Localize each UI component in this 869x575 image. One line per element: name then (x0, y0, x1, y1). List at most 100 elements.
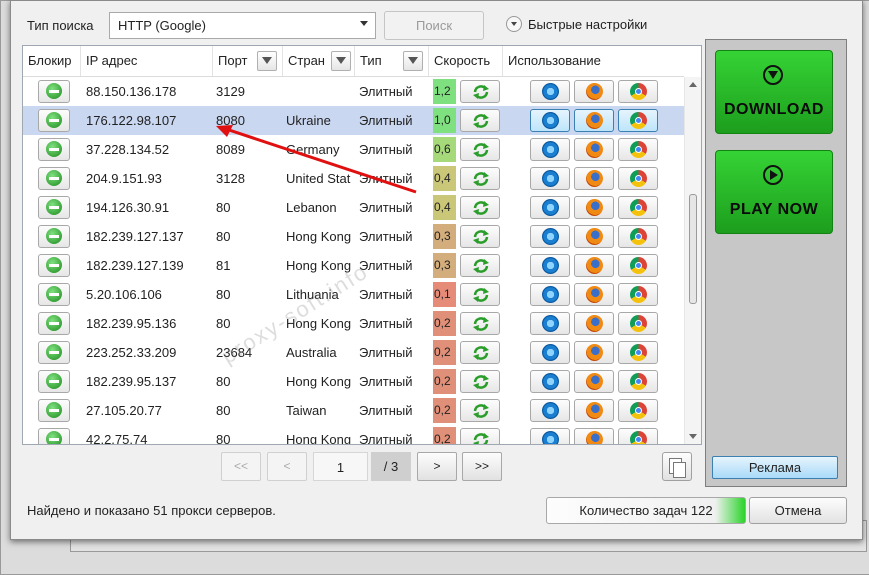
col-block[interactable]: Блокир (23, 46, 81, 76)
play-now-ad[interactable]: PLAY NOW (715, 150, 833, 234)
use-firefox-button[interactable] (574, 225, 614, 248)
use-firefox-button[interactable] (574, 370, 614, 393)
download-ad[interactable]: DOWNLOAD (715, 50, 833, 134)
table-row[interactable]: 37.228.134.52 8089 Germany Элитный 0,6 (23, 135, 684, 164)
check-button[interactable] (460, 196, 500, 219)
use-ie-button[interactable] (530, 399, 570, 422)
block-button[interactable] (38, 225, 70, 248)
use-firefox-button[interactable] (574, 138, 614, 161)
scroll-thumb[interactable] (689, 194, 697, 304)
use-ie-button[interactable] (530, 167, 570, 190)
vertical-scrollbar[interactable] (684, 77, 701, 444)
block-button[interactable] (38, 167, 70, 190)
check-button[interactable] (460, 167, 500, 190)
use-ie-button[interactable] (530, 428, 570, 444)
check-button[interactable] (460, 254, 500, 277)
filter-icon[interactable] (403, 51, 423, 71)
use-firefox-button[interactable] (574, 167, 614, 190)
check-button[interactable] (460, 341, 500, 364)
use-chrome-button[interactable] (618, 167, 658, 190)
use-firefox-button[interactable] (574, 399, 614, 422)
check-button[interactable] (460, 428, 500, 444)
table-row[interactable]: 223.252.33.209 23684 Australia Элитный 0,2 (23, 338, 684, 367)
use-ie-button[interactable] (530, 370, 570, 393)
search-button[interactable]: Поиск (384, 11, 484, 40)
use-chrome-button[interactable] (618, 428, 658, 444)
check-button[interactable] (460, 370, 500, 393)
use-ie-button[interactable] (530, 80, 570, 103)
table-row[interactable]: 27.105.20.77 80 Taiwan Элитный 0,2 (23, 396, 684, 425)
use-firefox-button[interactable] (574, 283, 614, 306)
use-ie-button[interactable] (530, 254, 570, 277)
check-button[interactable] (460, 283, 500, 306)
block-button[interactable] (38, 254, 70, 277)
tasks-button[interactable]: Количество задач 122 (546, 497, 746, 524)
filter-icon[interactable] (257, 51, 277, 71)
use-firefox-button[interactable] (574, 196, 614, 219)
block-button[interactable] (38, 370, 70, 393)
use-chrome-button[interactable] (618, 138, 658, 161)
use-chrome-button[interactable] (618, 80, 658, 103)
check-button[interactable] (460, 399, 500, 422)
block-button[interactable] (38, 428, 70, 444)
table-row[interactable]: 88.150.136.178 3129 Элитный 1,2 (23, 77, 684, 106)
check-button[interactable] (460, 312, 500, 335)
block-button[interactable] (38, 196, 70, 219)
first-page-button[interactable]: << (221, 452, 261, 481)
check-button[interactable] (460, 109, 500, 132)
use-ie-button[interactable] (530, 341, 570, 364)
table-row[interactable]: 204.9.151.93 3128 United Stat Элитный 0,4 (23, 164, 684, 193)
use-ie-button[interactable] (530, 109, 570, 132)
next-page-button[interactable]: > (417, 452, 457, 481)
table-row[interactable]: 176.122.98.107 8080 Ukraine Элитный 1,0 (23, 106, 684, 135)
use-firefox-button[interactable] (574, 312, 614, 335)
use-chrome-button[interactable] (618, 341, 658, 364)
col-usage[interactable]: Использование (503, 46, 684, 76)
page-number-field[interactable]: 1 (313, 452, 368, 481)
check-button[interactable] (460, 80, 500, 103)
check-button[interactable] (460, 225, 500, 248)
table-row[interactable]: 182.239.95.136 80 Hong Kong Элитный 0,2 (23, 309, 684, 338)
use-ie-button[interactable] (530, 196, 570, 219)
table-row[interactable]: 194.126.30.91 80 Lebanon Элитный 0,4 (23, 193, 684, 222)
block-button[interactable] (38, 80, 70, 103)
last-page-button[interactable]: >> (462, 452, 502, 481)
table-row[interactable]: 5.20.106.106 80 Lithuania Элитный 0,1 (23, 280, 684, 309)
use-chrome-button[interactable] (618, 109, 658, 132)
table-row[interactable]: 182.239.95.137 80 Hong Kong Элитный 0,2 (23, 367, 684, 396)
block-button[interactable] (38, 109, 70, 132)
use-chrome-button[interactable] (618, 312, 658, 335)
use-chrome-button[interactable] (618, 225, 658, 248)
use-chrome-button[interactable] (618, 196, 658, 219)
use-ie-button[interactable] (530, 138, 570, 161)
cancel-button[interactable]: Отмена (749, 497, 847, 524)
block-button[interactable] (38, 341, 70, 364)
use-chrome-button[interactable] (618, 283, 658, 306)
block-button[interactable] (38, 283, 70, 306)
table-row[interactable]: 182.239.127.137 80 Hong Kong Элитный 0,3 (23, 222, 684, 251)
col-type[interactable]: Тип (355, 46, 429, 76)
col-ip[interactable]: IP адрес (81, 46, 213, 76)
col-speed[interactable]: Скорость (429, 46, 503, 76)
use-ie-button[interactable] (530, 312, 570, 335)
filter-icon[interactable] (331, 51, 351, 71)
prev-page-button[interactable]: < (267, 452, 307, 481)
table-row[interactable]: 182.239.127.139 81 Hong Kong Элитный 0,3 (23, 251, 684, 280)
scroll-up-icon[interactable] (689, 82, 697, 87)
block-button[interactable] (38, 312, 70, 335)
use-firefox-button[interactable] (574, 341, 614, 364)
scroll-down-icon[interactable] (689, 434, 697, 439)
use-firefox-button[interactable] (574, 428, 614, 444)
block-button[interactable] (38, 138, 70, 161)
copy-button[interactable] (662, 452, 692, 481)
block-button[interactable] (38, 399, 70, 422)
table-row[interactable]: 42.2.75.74 80 Hong Kong Элитный 0,2 (23, 425, 684, 444)
check-button[interactable] (460, 138, 500, 161)
use-ie-button[interactable] (530, 225, 570, 248)
use-ie-button[interactable] (530, 283, 570, 306)
col-country[interactable]: Стран (283, 46, 355, 76)
use-firefox-button[interactable] (574, 109, 614, 132)
use-chrome-button[interactable] (618, 370, 658, 393)
use-chrome-button[interactable] (618, 254, 658, 277)
use-chrome-button[interactable] (618, 399, 658, 422)
